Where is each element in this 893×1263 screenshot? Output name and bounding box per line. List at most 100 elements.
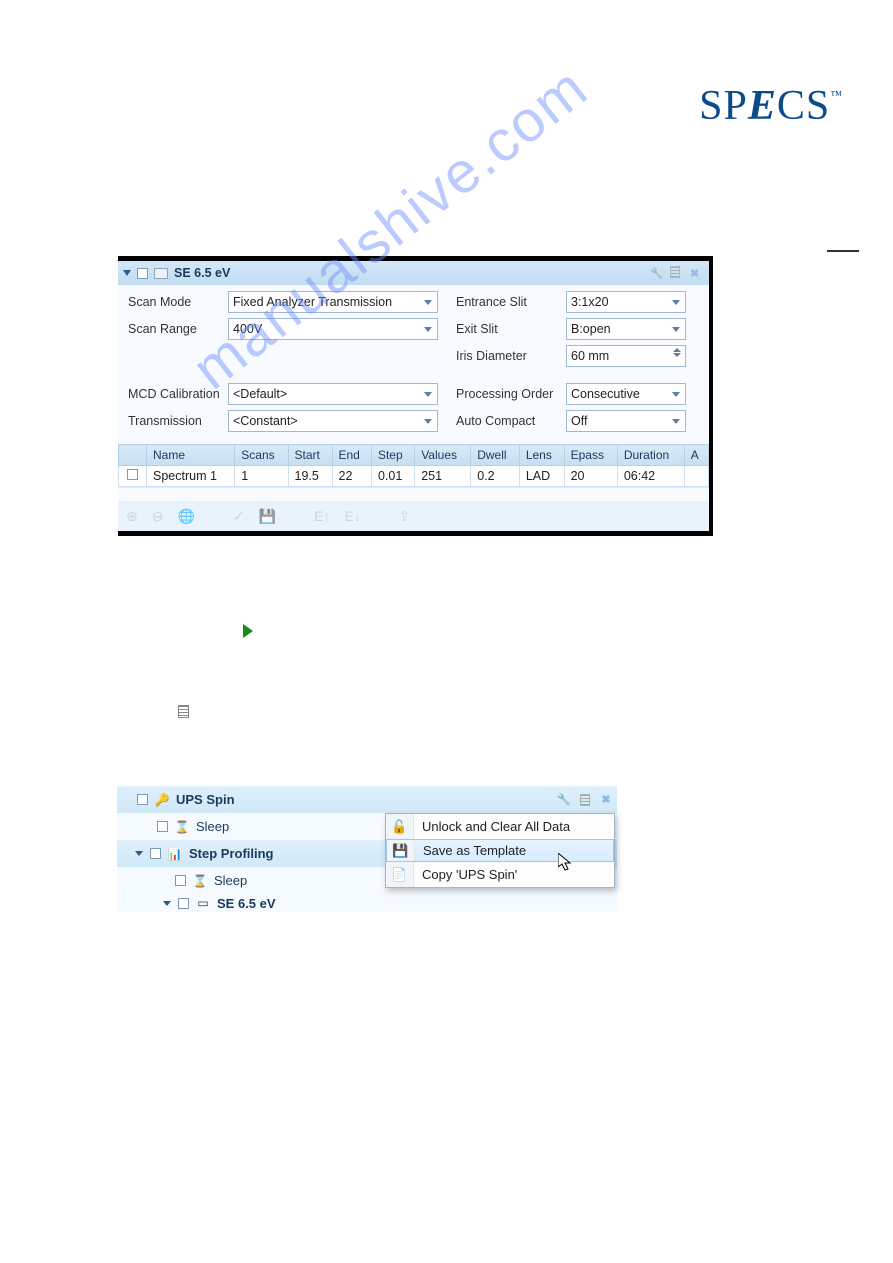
menu-label: Save as Template (415, 843, 605, 858)
mcd-calibration-label: MCD Calibration (128, 387, 228, 401)
menu-item-save-template[interactable]: 💾 Save as Template (386, 839, 614, 862)
auto-compact-dropdown[interactable]: Off (566, 410, 686, 432)
chevron-down-icon (672, 327, 680, 332)
panel-checkbox[interactable] (137, 268, 148, 279)
close-icon[interactable] (690, 266, 704, 280)
cell-step[interactable]: 0.01 (371, 466, 414, 487)
exit-slit-dropdown[interactable]: B:open (566, 318, 686, 340)
table-row[interactable]: Spectrum 1 1 19.5 22 0.01 251 0.2 LAD 20… (119, 466, 709, 487)
cell-end[interactable]: 22 (332, 466, 371, 487)
tree-checkbox[interactable] (150, 848, 161, 859)
processing-order-dropdown[interactable]: Consecutive (566, 383, 686, 405)
e-down-icon[interactable]: E↓ (344, 508, 360, 524)
tree-item-ups-spin[interactable]: 🔑 UPS Spin (117, 786, 617, 813)
context-menu: 🔓 Unlock and Clear All Data 💾 Save as Te… (385, 813, 615, 888)
tree-checkbox[interactable] (137, 794, 148, 805)
col-lens[interactable]: Lens (519, 445, 564, 466)
scan-range-dropdown[interactable]: 400V (228, 318, 438, 340)
tree-label: SE 6.5 eV (217, 896, 276, 911)
col-dwell[interactable]: Dwell (471, 445, 520, 466)
tree-label: Sleep (196, 819, 229, 834)
col-name[interactable]: Name (147, 445, 235, 466)
tree-checkbox[interactable] (175, 875, 186, 886)
list-icon[interactable] (670, 266, 684, 280)
menu-item-copy[interactable]: 📄 Copy 'UPS Spin' (386, 862, 614, 887)
col-check (119, 445, 147, 466)
e-up-icon[interactable]: E↑ (314, 508, 330, 524)
panel-title: SE 6.5 eV (174, 266, 230, 280)
col-scans[interactable]: Scans (235, 445, 288, 466)
spinner-icon[interactable] (673, 348, 681, 357)
scan-range-label: Scan Range (128, 322, 228, 336)
col-extra[interactable]: A (684, 445, 708, 466)
scan-mode-dropdown[interactable]: Fixed Analyzer Transmission (228, 291, 438, 313)
globe-icon[interactable]: 🌐 (177, 508, 194, 525)
tree-checkbox[interactable] (157, 821, 168, 832)
floppy-icon: 💾 (392, 843, 408, 859)
entrance-slit-dropdown[interactable]: 3:1x20 (566, 291, 686, 313)
chevron-down-icon (424, 419, 432, 424)
col-step[interactable]: Step (371, 445, 414, 466)
mcd-calibration-dropdown[interactable]: <Default> (228, 383, 438, 405)
transmission-dropdown[interactable]: <Constant> (228, 410, 438, 432)
cell-values[interactable]: 251 (415, 466, 471, 487)
close-icon[interactable] (599, 793, 613, 807)
spectrum-table: Name Scans Start End Step Values Dwell L… (118, 444, 709, 501)
chevron-down-icon (424, 327, 432, 332)
remove-icon[interactable]: ⊖ (152, 508, 164, 525)
col-start[interactable]: Start (288, 445, 332, 466)
check-icon[interactable]: ✓ (233, 508, 245, 525)
exit-slit-label: Exit Slit (456, 322, 566, 336)
brand-logo: SPECS™ (699, 82, 843, 130)
trademark-icon: ™ (830, 88, 843, 102)
tree-label: Step Profiling (189, 846, 274, 861)
chevron-down-icon (672, 300, 680, 305)
add-icon[interactable]: ⊕ (126, 508, 138, 525)
hourglass-icon: ⌛ (175, 820, 189, 834)
cell-extra (684, 466, 708, 487)
tree-checkbox[interactable] (178, 898, 189, 909)
table-header-row: Name Scans Start End Step Values Dwell L… (119, 445, 709, 466)
col-duration[interactable]: Duration (617, 445, 684, 466)
chevron-down-icon (672, 419, 680, 424)
tree-item-se[interactable]: ▭ SE 6.5 eV (117, 894, 617, 912)
chevron-down-icon (424, 392, 432, 397)
list-icon (178, 705, 189, 718)
col-epass[interactable]: Epass (564, 445, 617, 466)
col-values[interactable]: Values (415, 445, 471, 466)
panel-header: SE 6.5 eV (118, 261, 709, 285)
hourglass-icon: ⌛ (193, 874, 207, 888)
collapse-icon[interactable] (123, 270, 131, 276)
run-icon (243, 624, 253, 638)
save-icon[interactable]: 💾 (259, 508, 276, 525)
collapse-icon[interactable] (135, 851, 143, 856)
cell-epass[interactable]: 20 (564, 466, 617, 487)
cell-duration[interactable]: 06:42 (617, 466, 684, 487)
cell-dwell[interactable]: 0.2 (471, 466, 520, 487)
wrench-icon[interactable] (557, 793, 571, 807)
cell-start[interactable]: 19.5 (288, 466, 332, 487)
spectrum-icon: ▭ (196, 896, 210, 910)
collapse-icon[interactable] (163, 901, 171, 906)
mouse-cursor-icon (558, 853, 574, 873)
tree-label: Sleep (214, 873, 247, 888)
col-end[interactable]: End (332, 445, 371, 466)
logo-part-1: SP (699, 83, 748, 129)
cell-lens[interactable]: LAD (519, 466, 564, 487)
processing-order-label: Processing Order (456, 387, 566, 401)
chevron-down-icon (672, 392, 680, 397)
iris-diameter-spinner[interactable]: 60 mm (566, 345, 686, 367)
menu-label: Copy 'UPS Spin' (414, 867, 606, 882)
list-icon[interactable] (578, 793, 592, 807)
logo-part-e: E (748, 83, 777, 129)
export-icon[interactable]: ⇪ (399, 508, 411, 525)
unlock-icon: 🔓 (391, 819, 407, 835)
chevron-down-icon (424, 300, 432, 305)
row-checkbox[interactable] (127, 469, 138, 480)
wrench-icon[interactable] (650, 266, 664, 280)
cell-name[interactable]: Spectrum 1 (147, 466, 235, 487)
cell-scans[interactable]: 1 (235, 466, 288, 487)
iris-diameter-label: Iris Diameter (456, 349, 566, 363)
tree-label: UPS Spin (176, 792, 235, 807)
menu-label: Unlock and Clear All Data (414, 819, 606, 834)
